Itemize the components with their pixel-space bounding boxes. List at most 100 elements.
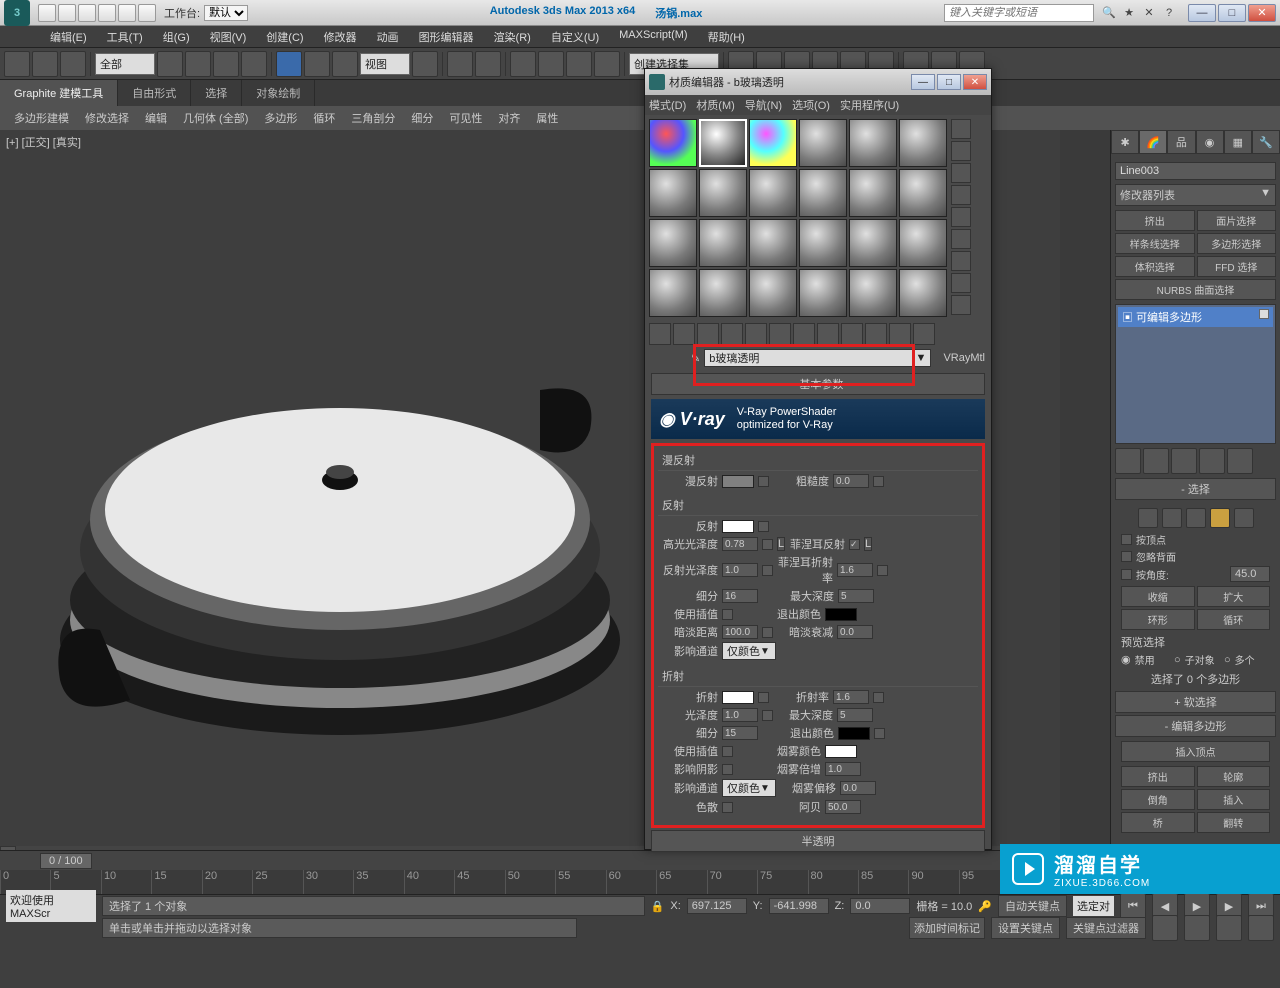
material-type-button[interactable]: VRayMtl: [943, 352, 985, 364]
mat-slot-9[interactable]: [749, 169, 797, 217]
cmd-tab-motion-icon[interactable]: ◉: [1196, 130, 1224, 154]
refr-interp-checkbox[interactable]: [722, 746, 733, 757]
chk-by-angle[interactable]: [1121, 569, 1132, 580]
menu-help[interactable]: 帮助(H): [698, 26, 755, 47]
refrgloss-map-btn[interactable]: [762, 710, 773, 721]
refr-affect-dropdown[interactable]: 仅颜色 ▼: [722, 779, 776, 797]
timeline-ruler[interactable]: 0510152025303540455055606570758085909510…: [0, 870, 1060, 894]
put-lib-icon[interactable]: [793, 323, 815, 345]
subobj-element-icon[interactable]: [1234, 508, 1254, 528]
mat-slot-13[interactable]: [649, 219, 697, 267]
mat-slot-8[interactable]: [699, 169, 747, 217]
btn-shrink[interactable]: 收缩: [1121, 586, 1195, 607]
refr-gloss-spinner[interactable]: [722, 708, 758, 722]
make-unique-icon[interactable]: [769, 323, 791, 345]
nav-pan-icon[interactable]: [1152, 915, 1178, 941]
qat-redo-icon[interactable]: [118, 4, 136, 22]
help-icon[interactable]: ?: [1160, 4, 1178, 22]
angle-spinner[interactable]: [1230, 566, 1270, 582]
dim-fall-spinner[interactable]: [837, 625, 873, 639]
pin-stack-icon[interactable]: [1115, 448, 1141, 474]
selset-field[interactable]: 选定对: [1073, 896, 1114, 916]
rollup-softsel[interactable]: + 软选择: [1115, 691, 1276, 713]
manip-icon[interactable]: [447, 51, 473, 77]
exit-color-swatch[interactable]: [825, 608, 857, 621]
material-name-input[interactable]: b玻璃透明▼: [704, 349, 931, 367]
mat-menu-nav[interactable]: 导航(N): [745, 97, 782, 113]
mat-map-nav-icon[interactable]: [951, 295, 971, 315]
exchange-icon[interactable]: ✕: [1140, 4, 1158, 22]
mat-slot-11[interactable]: [849, 169, 897, 217]
refr-exit-swatch[interactable]: [838, 727, 870, 740]
mat-slot-16[interactable]: [799, 219, 847, 267]
selection-filter-dropdown[interactable]: 全部: [95, 53, 155, 75]
video-check-icon[interactable]: [951, 207, 971, 227]
select-region-icon[interactable]: [213, 51, 239, 77]
roughness-spinner[interactable]: [833, 474, 869, 488]
btn-ffd-sel[interactable]: FFD 选择: [1197, 256, 1277, 277]
addtime-button[interactable]: 添加时间标记: [909, 917, 985, 939]
fog-bias-spinner[interactable]: [840, 781, 876, 795]
qat-save-icon[interactable]: [78, 4, 96, 22]
rb-geom[interactable]: 几何体 (全部): [175, 106, 256, 130]
keyfilter-button[interactable]: 关键点过滤器: [1066, 917, 1146, 939]
unlink-icon[interactable]: [32, 51, 58, 77]
cmd-tab-utilities-icon[interactable]: 🔧: [1252, 130, 1280, 154]
menu-modifiers[interactable]: 修改器: [314, 26, 367, 47]
x-coord-input[interactable]: [687, 898, 747, 914]
ribbon-tab-graphite[interactable]: Graphite 建模工具: [0, 80, 118, 106]
go-sibling-icon[interactable]: [913, 323, 935, 345]
btn-patch-sel[interactable]: 面片选择: [1197, 210, 1277, 231]
refcoord-dropdown[interactable]: 视图: [360, 53, 410, 75]
qat-open-icon[interactable]: [58, 4, 76, 22]
rb-align[interactable]: 对齐: [490, 106, 528, 130]
mat-slot-22[interactable]: [799, 269, 847, 317]
fog-color-swatch[interactable]: [825, 745, 857, 758]
frame-indicator[interactable]: 0 / 100: [40, 853, 92, 869]
mat-id-icon[interactable]: [817, 323, 839, 345]
btn-nurbs-sel[interactable]: NURBS 曲面选择: [1115, 279, 1276, 300]
reflect-color-swatch[interactable]: [722, 520, 754, 533]
menu-views[interactable]: 视图(V): [200, 26, 257, 47]
btn-extrude2[interactable]: 挤出: [1121, 766, 1195, 787]
btn-outline[interactable]: 轮廓: [1197, 766, 1271, 787]
affect-shadow-checkbox[interactable]: [722, 764, 733, 775]
mat-slot-20[interactable]: [699, 269, 747, 317]
ior-map-btn[interactable]: [873, 692, 884, 703]
rb-props[interactable]: 属性: [528, 106, 566, 130]
btn-flip[interactable]: 翻转: [1197, 812, 1271, 833]
rb-vis[interactable]: 可见性: [441, 106, 490, 130]
mat-slot-4[interactable]: [799, 119, 847, 167]
mat-slot-2[interactable]: [699, 119, 747, 167]
rollup-translucent[interactable]: 半透明: [651, 830, 985, 852]
ribbon-tab-paint[interactable]: 对象绘制: [242, 80, 315, 106]
refract-map-btn[interactable]: [758, 692, 769, 703]
btn-spline-sel[interactable]: 样条线选择: [1115, 233, 1195, 254]
show-end-icon[interactable]: [865, 323, 887, 345]
btn-bridge[interactable]: 桥: [1121, 812, 1195, 833]
menu-group[interactable]: 组(G): [153, 26, 200, 47]
mat-slot-17[interactable]: [849, 219, 897, 267]
minimize-button[interactable]: —: [1188, 4, 1216, 22]
angle-snap-icon[interactable]: [538, 51, 564, 77]
goto-start-icon[interactable]: ⏮: [1120, 893, 1146, 919]
dispersion-checkbox[interactable]: [722, 802, 733, 813]
menu-edit[interactable]: 编辑(E): [40, 26, 97, 47]
link-icon[interactable]: [4, 51, 30, 77]
modifier-stack[interactable]: ▣ 可编辑多边形: [1115, 304, 1276, 444]
window-crossing-icon[interactable]: [241, 51, 267, 77]
mat-slot-21[interactable]: [749, 269, 797, 317]
refl-affect-dropdown[interactable]: 仅颜色 ▼: [722, 642, 776, 660]
menu-create[interactable]: 创建(C): [256, 26, 313, 47]
dim-dist-checkbox[interactable]: [762, 627, 773, 638]
btn-vol-sel[interactable]: 体积选择: [1115, 256, 1195, 277]
reflgloss-map-btn[interactable]: [762, 565, 773, 576]
refl-maxdepth-spinner[interactable]: [838, 589, 874, 603]
mat-slot-5[interactable]: [849, 119, 897, 167]
bind-icon[interactable]: [60, 51, 86, 77]
menu-maxscript[interactable]: MAXScript(M): [609, 26, 697, 47]
btn-insert-vert[interactable]: 插入顶点: [1121, 741, 1270, 762]
mat-menu-util[interactable]: 实用程序(U): [840, 97, 899, 113]
autokey-button[interactable]: 自动关键点: [998, 895, 1067, 917]
percent-snap-icon[interactable]: [566, 51, 592, 77]
